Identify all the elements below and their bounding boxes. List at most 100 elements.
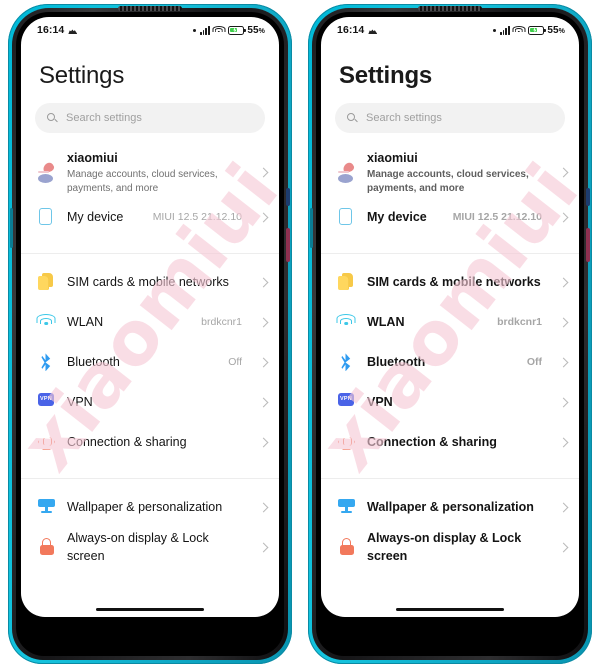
settings-row-sim-cards[interactable]: SIM cards & mobile networks — [321, 262, 579, 302]
settings-row-vpn[interactable]: VPN VPN — [321, 382, 579, 422]
row-value: Off — [526, 356, 542, 369]
personalization-group: Wallpaper & personalization Always-on di… — [321, 478, 579, 567]
alarm-icon — [368, 26, 377, 34]
account-group: xiaomiui Manage accounts, cloud services… — [321, 143, 579, 237]
row-label: Connection & sharing — [67, 435, 187, 450]
personalization-group: Wallpaper & personalization Always-on di… — [21, 478, 279, 567]
connectivity-group: SIM cards & mobile networks WLAN brdkcnr… — [21, 253, 279, 462]
chevron-right-icon — [558, 277, 569, 288]
settings-row-wallpaper[interactable]: Wallpaper & personalization — [21, 487, 279, 527]
search-input[interactable]: Search settings — [335, 103, 565, 134]
status-bar-right: 55% — [192, 24, 265, 36]
vpn-icon: VPN — [337, 393, 355, 411]
settings-row-account[interactable]: xiaomiui Manage accounts, cloud services… — [321, 143, 579, 197]
phone-mockup-regular: 16:14 55% Settings Search settings xiaom… — [0, 0, 300, 664]
row-label: VPN — [367, 395, 393, 410]
row-label: WLAN — [367, 315, 405, 330]
row-label: Bluetooth — [367, 355, 426, 370]
connection-sharing-icon — [37, 433, 55, 451]
row-value: brdkcnr1 — [497, 316, 542, 329]
power-button[interactable] — [586, 228, 590, 262]
chevron-right-icon — [258, 277, 269, 288]
chevron-right-icon — [558, 397, 569, 408]
alarm-icon — [68, 26, 77, 34]
row-text: My device — [67, 208, 141, 226]
chevron-right-icon — [258, 167, 269, 178]
settings-row-connection-sharing[interactable]: Connection & sharing — [21, 422, 279, 462]
settings-row-wlan[interactable]: WLAN brdkcnr1 — [21, 302, 279, 342]
search-input[interactable]: Search settings — [35, 103, 265, 134]
row-value: brdkcnr1 — [201, 316, 242, 329]
settings-row-wallpaper[interactable]: Wallpaper & personalization — [321, 487, 579, 527]
row-label: WLAN — [67, 315, 104, 330]
earpiece-grille-icon — [418, 6, 482, 11]
gesture-bar[interactable] — [396, 608, 504, 611]
settings-content: Settings Search settings xiaomiui Manage… — [321, 39, 579, 617]
account-group: xiaomiui Manage accounts, cloud services… — [21, 143, 279, 237]
status-bar-left: 16:14 — [37, 24, 77, 36]
status-bar-left: 16:14 — [337, 24, 377, 36]
settings-row-connection-sharing[interactable]: Connection & sharing — [321, 422, 579, 462]
row-value: MIUI 12.5 21.12.10 — [452, 211, 542, 224]
chevron-right-icon — [258, 437, 269, 448]
row-label: VPN — [67, 395, 93, 410]
lock-icon — [37, 538, 55, 556]
row-label: Bluetooth — [67, 355, 120, 370]
row-label: SIM cards & mobile networks — [67, 275, 229, 290]
vpn-icon: VPN — [37, 393, 55, 411]
wifi-icon — [336, 313, 356, 331]
signal-dot-icon — [492, 28, 496, 32]
settings-row-always-on-display[interactable]: Always-on display & Lock screen — [21, 527, 279, 567]
battery-charging-icon — [527, 25, 546, 35]
settings-row-my-device[interactable]: My device MIUI 12.5 21.12.10 — [21, 197, 279, 237]
gesture-bar[interactable] — [96, 608, 204, 611]
settings-content: Settings Search settings xiaomiui Manage… — [21, 39, 279, 617]
row-label: xiaomiui — [67, 151, 118, 166]
wifi-icon — [512, 25, 526, 35]
row-label: SIM cards & mobile networks — [367, 275, 541, 290]
settings-row-bluetooth[interactable]: Bluetooth Off — [321, 342, 579, 382]
settings-row-always-on-display[interactable]: Always-on display & Lock screen — [321, 527, 579, 567]
status-bar-right: 55% — [492, 24, 565, 36]
battery-percent: 55% — [247, 24, 265, 36]
power-button[interactable] — [286, 228, 290, 262]
settings-row-wlan[interactable]: WLAN brdkcnr1 — [321, 302, 579, 342]
row-text: xiaomiui Manage accounts, cloud services… — [67, 149, 248, 195]
chevron-right-icon — [558, 437, 569, 448]
settings-row-sim-cards[interactable]: SIM cards & mobile networks — [21, 262, 279, 302]
chevron-right-icon — [558, 167, 569, 178]
bluetooth-icon — [37, 353, 55, 371]
sim-card-icon — [337, 273, 355, 291]
status-bar: 16:14 55% — [21, 17, 279, 39]
left-side-button[interactable] — [10, 208, 13, 248]
cellular-signal-icon — [200, 26, 210, 35]
avatar-icon — [37, 161, 56, 184]
chevron-right-icon — [258, 357, 269, 368]
row-label: Connection & sharing — [367, 435, 497, 450]
settings-row-vpn[interactable]: VPN VPN — [21, 382, 279, 422]
phone-screen-regular: 16:14 55% Settings Search settings xiaom… — [21, 17, 279, 617]
left-side-button[interactable] — [310, 208, 313, 248]
chevron-right-icon — [558, 317, 569, 328]
settings-row-my-device[interactable]: My device MIUI 12.5 21.12.10 — [321, 197, 579, 237]
lock-icon — [337, 538, 355, 556]
settings-row-bluetooth[interactable]: Bluetooth Off — [21, 342, 279, 382]
battery-percent: 55% — [547, 24, 565, 36]
clock: 16:14 — [37, 24, 65, 36]
wallpaper-icon — [337, 498, 355, 516]
bluetooth-icon — [337, 353, 355, 371]
wifi-icon — [212, 25, 226, 35]
row-label: Always-on display & Lock screen — [67, 531, 209, 564]
chevron-right-icon — [558, 357, 569, 368]
chevron-right-icon — [558, 542, 569, 553]
volume-button[interactable] — [286, 188, 290, 206]
row-subtitle: Manage accounts, cloud services, payment… — [67, 169, 218, 194]
row-label: Wallpaper & personalization — [67, 500, 223, 515]
status-bar: 16:14 55% — [321, 17, 579, 39]
search-icon — [47, 112, 58, 124]
chevron-right-icon — [258, 502, 269, 513]
volume-button[interactable] — [586, 188, 590, 206]
connection-sharing-icon — [337, 433, 355, 451]
settings-row-account[interactable]: xiaomiui Manage accounts, cloud services… — [21, 143, 279, 197]
signal-dot-icon — [192, 28, 196, 32]
